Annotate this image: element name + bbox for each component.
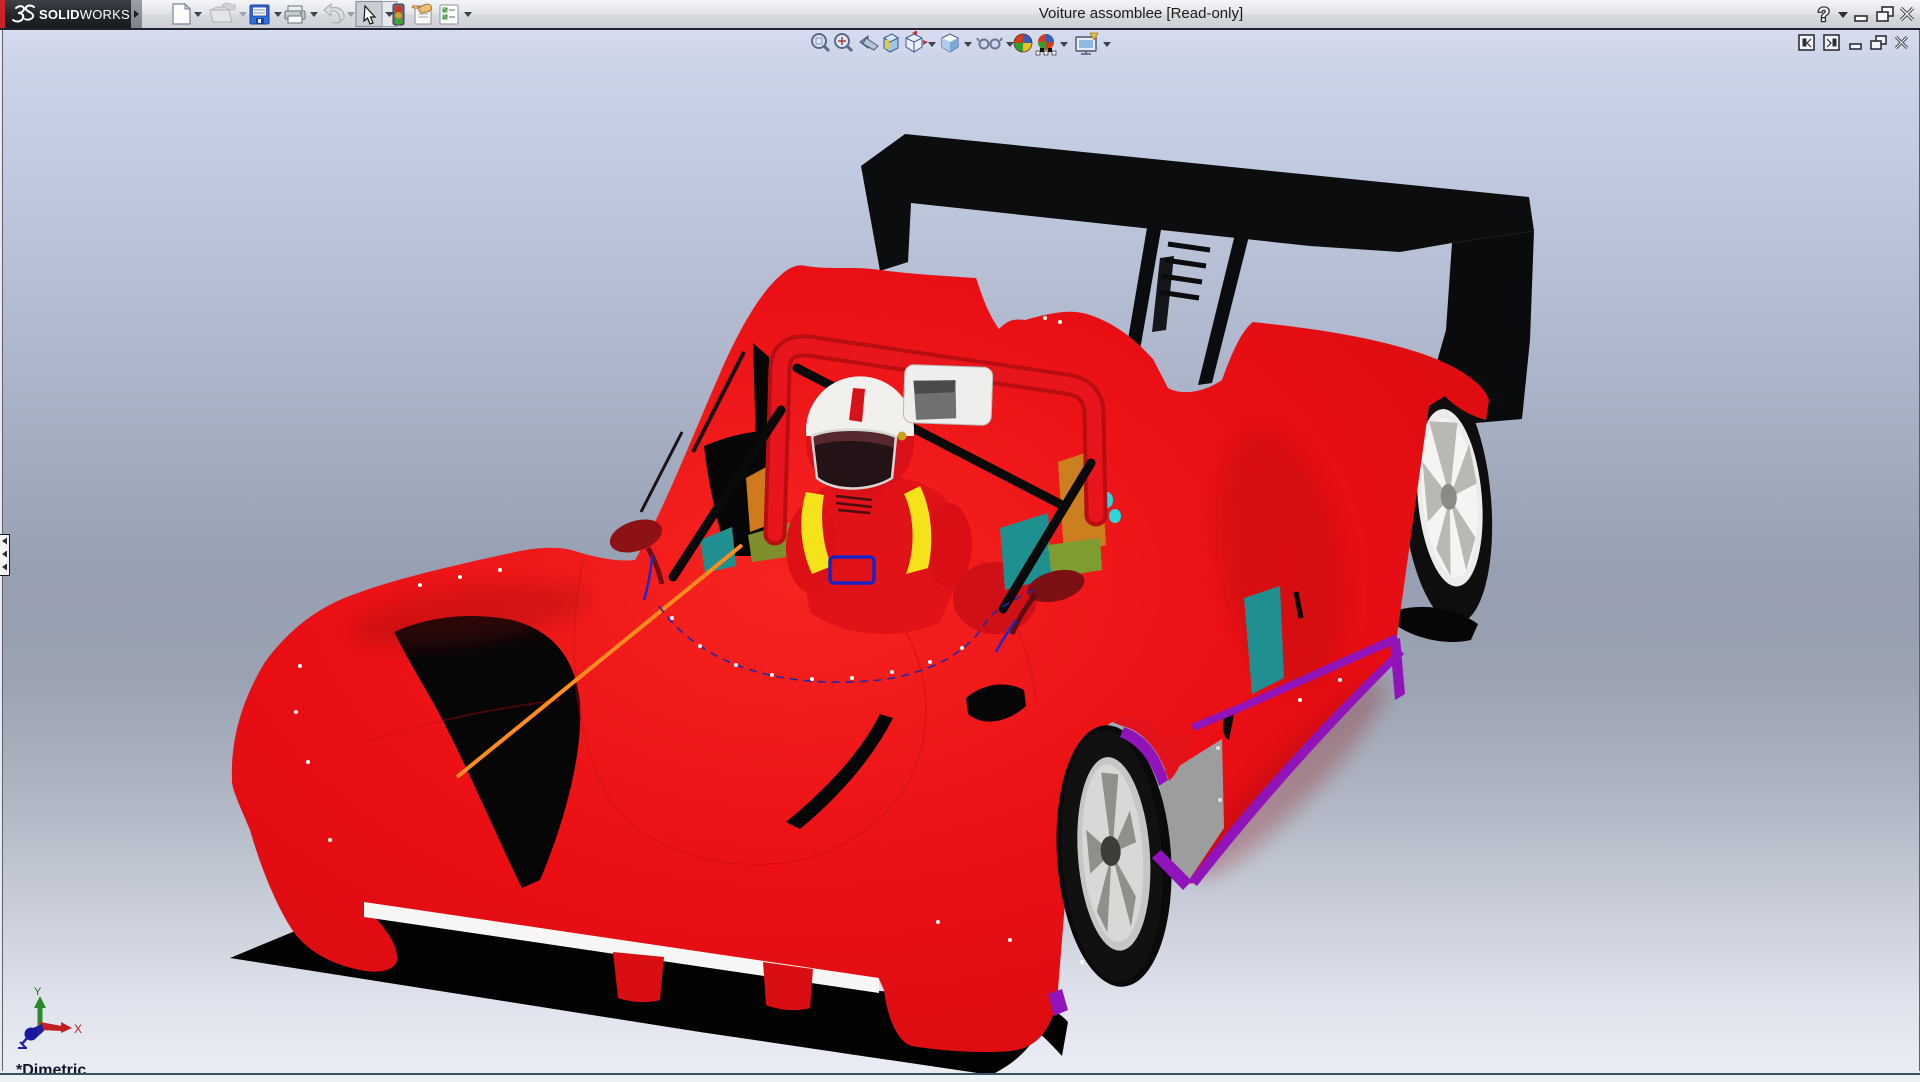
svg-text:Y: Y xyxy=(34,986,42,998)
svg-text:X: X xyxy=(74,1022,82,1036)
